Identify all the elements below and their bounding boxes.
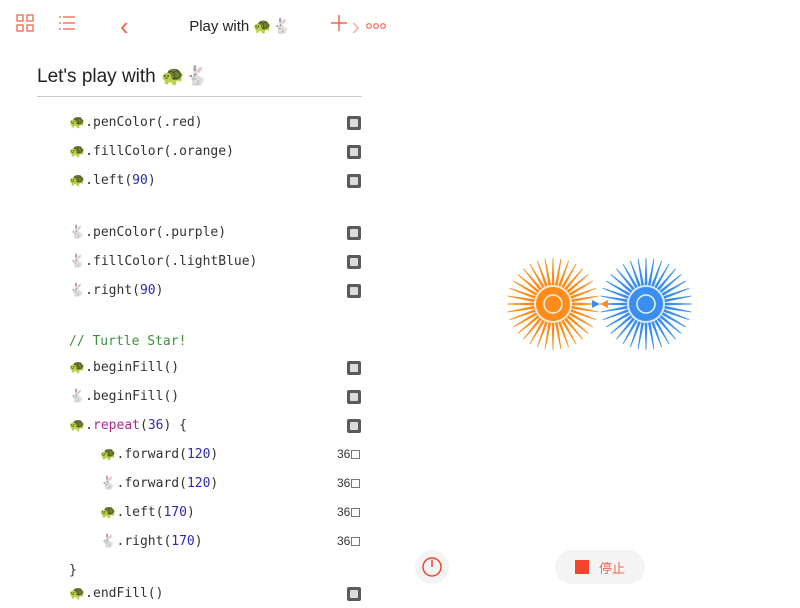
code-text: 🐇.forward(120) [69,476,219,491]
code-line[interactable]: 🐢.left(90) [0,166,370,195]
grid-icon[interactable] [16,14,38,36]
code-text: 🐇.beginFill() [69,389,180,404]
stop-label: 停止 [598,561,625,577]
back-icon[interactable]: ‹ [120,13,129,39]
result-cube-icon[interactable] [347,361,361,375]
nav-bar: ‹ Play with 🐢🐇 › [120,13,360,39]
result-cube-icon[interactable] [347,587,361,601]
run-count: 36 [337,527,361,556]
code-line[interactable]: 🐢.beginFill() [0,353,370,382]
code-text: 🐢.forward(120) [69,447,219,462]
blue-star [599,257,693,351]
list-icon[interactable] [58,14,80,36]
code-text: 🐇.penColor(.purple) [69,225,227,240]
add-icon[interactable] [330,14,348,37]
speedometer-icon [422,557,442,577]
code-text: 🐢.left(170) [69,505,195,520]
code-text: 🐇.fillColor(.lightBlue) [69,254,258,269]
result-cube-icon[interactable] [347,116,361,130]
toolbar-left [16,14,80,36]
code-line[interactable]: 🐇.right(170) 36 [0,527,370,556]
page-title: Play with 🐢🐇 [189,18,291,35]
code-line[interactable]: 🐢.repeat(36) { [0,411,370,440]
code-text: // Turtle Star! [69,334,187,349]
code-line[interactable]: 🐇.right(90) [0,276,370,305]
code-text: 🐢.fillColor(.orange) [69,144,234,159]
result-cube-icon[interactable] [347,390,361,404]
toolbar-right [330,14,386,37]
code-text: 🐇.right(90) [69,283,164,298]
turtle-marker [592,300,600,308]
code-line[interactable]: 🐢.fillColor(.orange) [0,137,370,166]
stop-icon [574,560,589,574]
turtle-canvas [500,250,700,360]
code-line[interactable]: // Turtle Star! [0,327,370,356]
document-heading: Let's play with 🐢🐇 [37,64,362,97]
run-count: 36 [337,440,361,469]
code-line[interactable]: 🐢.forward(120) 36 [0,440,370,469]
code-text: 🐢.beginFill() [69,360,180,375]
result-cube-icon[interactable] [347,419,361,433]
result-cube-icon[interactable] [347,255,361,269]
rabbit-marker [600,300,608,308]
code-line[interactable]: 🐢.left(170) 36 [0,498,370,527]
code-line[interactable]: 🐇.penColor(.purple) [0,218,370,247]
code-text: 🐢.endFill() [69,586,164,601]
more-icon[interactable] [366,17,386,35]
run-count: 36 [337,498,361,527]
speed-button[interactable] [415,550,449,584]
run-count: 36 [337,469,361,498]
code-line[interactable]: 🐢.penColor(.red) [0,108,370,137]
code-line[interactable]: 🐇.beginFill() [0,382,370,411]
code-text: 🐇.right(170) [69,534,203,549]
star-drawing [506,257,693,351]
stop-button[interactable]: 停止 [555,550,645,584]
code-text: 🐢.repeat(36) { [69,418,187,433]
orange-star [506,257,600,351]
result-cube-icon[interactable] [347,174,361,188]
result-cube-icon[interactable] [347,145,361,159]
code-text: 🐢.left(90) [69,173,156,188]
code-line[interactable]: 🐇.fillColor(.lightBlue) [0,247,370,276]
result-cube-icon[interactable] [347,226,361,240]
code-line[interactable]: 🐢.endFill() [0,579,370,608]
code-text: 🐢.penColor(.red) [69,115,203,130]
result-cube-icon[interactable] [347,284,361,298]
code-line[interactable]: 🐇.forward(120) 36 [0,469,370,498]
